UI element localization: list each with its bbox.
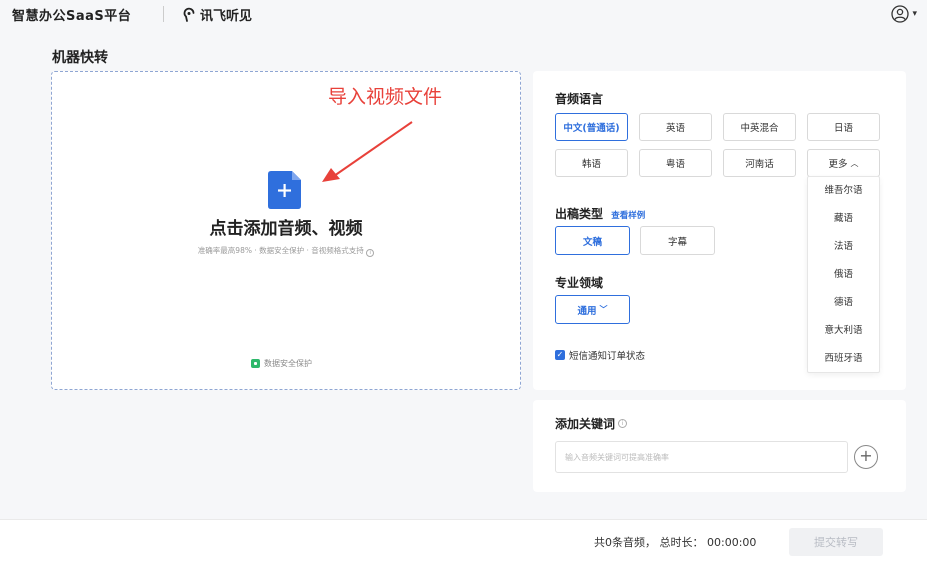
brand-divider (163, 6, 164, 22)
lang-option-henan[interactable]: 河南话 (723, 149, 796, 177)
info-icon[interactable]: i (366, 249, 375, 257)
dropdown-item-russian[interactable]: 俄语 (808, 261, 879, 289)
lang-option-cantonese[interactable]: 粤语 (639, 149, 712, 177)
more-languages-button[interactable]: 更多 ︿ (807, 149, 880, 177)
dropdown-item-spanish[interactable]: 西班牙语 (808, 345, 879, 373)
lang-option-english[interactable]: 英语 (639, 113, 712, 141)
output-type-label: 出稿类型 (555, 207, 604, 221)
upload-title-text: 点击添加音频、视频 (209, 219, 363, 239)
iflyrec-logo[interactable]: 讯飞听见 (182, 5, 252, 24)
keywords-label: 添加关键词 (555, 417, 616, 431)
annotation-arrow-icon (322, 121, 413, 182)
user-circle-icon (891, 5, 910, 23)
sms-notify-option[interactable]: ✓ 短信通知订单状态 (555, 348, 645, 362)
domain-label: 专业领域 (555, 276, 604, 290)
upload-subtitle: 准确率最高98% · 数据安全保护 · 音视频格式支持 i (51, 245, 521, 257)
dropdown-item-french[interactable]: 法语 (808, 233, 879, 261)
view-sample-link[interactable]: 查看样例 (611, 211, 645, 221)
sms-checkbox[interactable]: ✓ (555, 350, 565, 360)
ear-logo-icon (183, 7, 195, 22)
info-icon[interactable]: i (618, 419, 628, 428)
dropdown-item-italian[interactable]: 意大利语 (808, 317, 879, 345)
sms-label: 短信通知订单状态 (569, 351, 646, 362)
upload-subtitle-text: 准确率最高98% · 数据安全保护 · 音视频格式支持 (197, 246, 364, 255)
dropdown-item-tibetan[interactable]: 藏语 (808, 205, 879, 233)
top-bar: 智慧办公SaaS平台 讯飞听见 ▾ (0, 0, 927, 30)
footer-bar (0, 519, 927, 564)
more-label: 更多 (828, 159, 848, 170)
upload-title: 点击添加音频、视频 (51, 214, 521, 239)
lang-option-korean[interactable]: 韩语 (555, 149, 628, 177)
lang-option-mixed[interactable]: 中英混合 (723, 113, 796, 141)
lang-option-mandarin[interactable]: 中文(普通话) (555, 113, 628, 141)
user-menu[interactable]: ▾ (891, 5, 917, 23)
output-type-section: 出稿类型 查看样例 (555, 205, 645, 222)
domain-value: 通用 (577, 305, 597, 317)
language-label: 音频语言 (555, 92, 604, 106)
submit-button[interactable]: 提交转写 (789, 528, 883, 556)
dropdown-item-german[interactable]: 德语 (808, 289, 879, 317)
add-keyword-icon[interactable]: + (854, 445, 878, 469)
audio-summary: 共0条音频， 总时长： 00:00:00 (594, 536, 757, 549)
chevron-up-icon: ︿ (850, 158, 859, 168)
secure-notice: 数据安全保护 (251, 358, 312, 369)
page-title: 机器快转 (52, 50, 108, 66)
annotation-label: 导入视频文件 (328, 86, 443, 108)
secure-text: 数据安全保护 (264, 359, 312, 368)
lang-option-japanese[interactable]: 日语 (807, 113, 880, 141)
lock-icon (251, 359, 260, 368)
file-plus-icon[interactable] (268, 171, 301, 209)
caret-down-icon: ▾ (912, 9, 917, 19)
more-languages-dropdown: 维吾尔语 藏语 法语 俄语 德语 意大利语 西班牙语 (807, 176, 880, 373)
logo-text: 讯飞听见 (200, 9, 253, 24)
chevron-down-icon: ﹀ (599, 305, 608, 314)
output-type-transcript[interactable]: 文稿 (555, 226, 630, 255)
dropdown-item-uyghur[interactable]: 维吾尔语 (808, 177, 879, 205)
app-title: 智慧办公SaaS平台 (12, 9, 132, 24)
keyword-input[interactable] (555, 441, 848, 473)
keywords-title: 添加关键词 i (555, 415, 628, 432)
domain-select[interactable]: 通用 ﹀ (555, 295, 630, 324)
output-type-subtitle[interactable]: 字幕 (640, 226, 715, 255)
